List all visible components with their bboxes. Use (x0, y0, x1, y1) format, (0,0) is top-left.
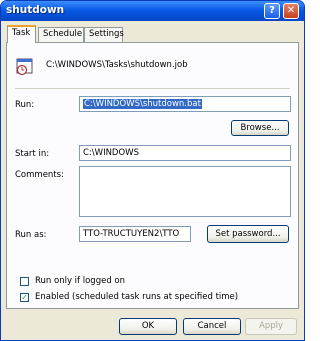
run-only-logged-on-checkbox[interactable] (20, 277, 29, 286)
cancel-button[interactable]: Cancel (183, 318, 241, 335)
run-label: Run: (15, 100, 35, 110)
close-button[interactable]: ✕ (283, 3, 299, 19)
comments-label: Comments: (15, 170, 64, 180)
run-field[interactable]: C:\WINDOWS\shutdown.bat (79, 96, 291, 112)
tab-schedule[interactable]: Schedule (38, 27, 84, 42)
set-password-button[interactable]: Set password... (207, 225, 289, 243)
ok-button[interactable]: OK (119, 318, 177, 335)
window-title: shutdown (6, 4, 65, 16)
task-panel: C:\WINDOWS\Tasks\shutdown.job Run: C:\WI… (6, 42, 299, 309)
comments-field[interactable] (79, 166, 291, 217)
dialog-window: shutdown ? ✕ Task Schedule Settings C:\W… (0, 0, 305, 341)
task-icon (16, 58, 33, 78)
run-field-value: C:\WINDOWS\shutdown.bat (83, 99, 202, 109)
run-as-label: Run as: (15, 230, 47, 240)
enabled-label[interactable]: Enabled (scheduled task runs at specifie… (35, 292, 238, 302)
start-in-label: Start in: (15, 149, 50, 159)
browse-button[interactable]: Browse... (231, 120, 289, 136)
run-as-field[interactable]: TTO-TRUCTUYEN2\TTO (79, 226, 191, 242)
enabled-checkbox[interactable]: ✓ (20, 293, 29, 302)
tab-task[interactable]: Task (7, 25, 36, 43)
title-bar[interactable]: shutdown ? ✕ (1, 1, 304, 21)
start-in-field[interactable]: C:\WINDOWS (79, 145, 291, 161)
task-path: C:\WINDOWS\Tasks\shutdown.job (46, 60, 188, 70)
help-button[interactable]: ? (264, 3, 280, 19)
tab-settings[interactable]: Settings (84, 27, 124, 42)
run-only-logged-on-label[interactable]: Run only if logged on (35, 276, 125, 286)
separator (15, 88, 290, 89)
apply-button[interactable]: Apply (245, 318, 297, 335)
